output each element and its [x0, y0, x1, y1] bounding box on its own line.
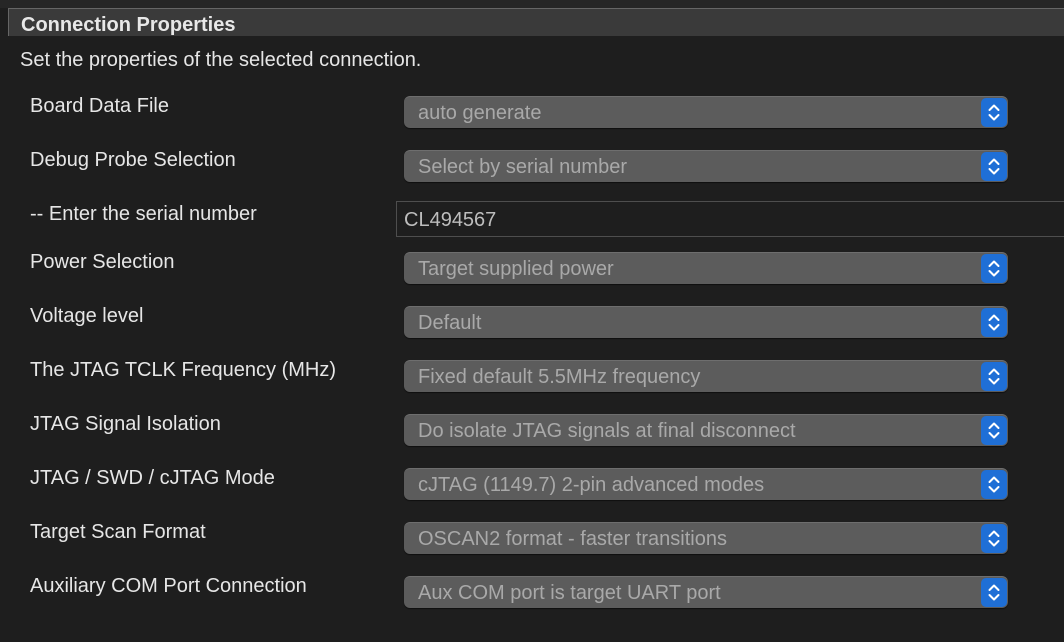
chevron-up-down-icon[interactable] [981, 254, 1007, 283]
chevron-up-down-icon[interactable] [981, 578, 1007, 607]
scan-format-label: Target Scan Format [30, 521, 206, 543]
chevron-up-down-icon[interactable] [981, 362, 1007, 391]
power-selection-label: Power Selection [30, 251, 175, 273]
jtag-mode-label: JTAG / SWD / cJTAG Mode [30, 467, 275, 489]
top-strip [0, 0, 1064, 8]
jtag-mode-value: cJTAG (1149.7) 2-pin advanced modes [418, 474, 765, 496]
power-selection-value: Target supplied power [418, 258, 614, 280]
scan-format-value: OSCAN2 format - faster transitions [418, 528, 727, 550]
voltage-level-select[interactable]: Default [404, 306, 1008, 338]
chevron-up-down-icon[interactable] [981, 470, 1007, 499]
voltage-level-value: Default [418, 312, 482, 334]
board-data-file-select[interactable]: auto generate [404, 96, 1008, 128]
signal-isolation-label: JTAG Signal Isolation [30, 413, 221, 435]
chevron-up-down-icon[interactable] [981, 308, 1007, 337]
voltage-level-label: Voltage level [30, 305, 144, 327]
panel-header: Connection Properties [8, 8, 1064, 36]
debug-probe-selection-select[interactable]: Select by serial number [404, 150, 1008, 182]
jtag-mode-select[interactable]: cJTAG (1149.7) 2-pin advanced modes [404, 468, 1008, 500]
chevron-up-down-icon[interactable] [981, 524, 1007, 553]
chevron-up-down-icon[interactable] [981, 98, 1007, 127]
tclk-frequency-value: Fixed default 5.5MHz frequency [418, 366, 701, 388]
aux-com-port-label: Auxiliary COM Port Connection [30, 575, 307, 597]
connection-properties-page: Connection Properties Set the properties… [0, 0, 1064, 642]
serial-number-label: -- Enter the serial number [30, 203, 257, 225]
signal-isolation-select[interactable]: Do isolate JTAG signals at final disconn… [404, 414, 1008, 446]
scan-format-select[interactable]: OSCAN2 format - faster transitions [404, 522, 1008, 554]
panel-description: Set the properties of the selected conne… [20, 49, 422, 71]
aux-com-port-value: Aux COM port is target UART port [418, 582, 721, 604]
serial-number-value: CL494567 [404, 209, 497, 231]
tclk-frequency-label: The JTAG TCLK Frequency (MHz) [30, 359, 336, 381]
tclk-frequency-select[interactable]: Fixed default 5.5MHz frequency [404, 360, 1008, 392]
panel-title: Connection Properties [21, 14, 236, 36]
board-data-file-value: auto generate [418, 102, 542, 124]
chevron-up-down-icon[interactable] [981, 152, 1007, 181]
power-selection-select[interactable]: Target supplied power [404, 252, 1008, 284]
serial-number-input[interactable]: CL494567 [396, 201, 1064, 237]
aux-com-port-select[interactable]: Aux COM port is target UART port [404, 576, 1008, 608]
debug-probe-selection-label: Debug Probe Selection [30, 149, 236, 171]
signal-isolation-value: Do isolate JTAG signals at final disconn… [418, 420, 796, 442]
debug-probe-selection-value: Select by serial number [418, 156, 627, 178]
board-data-file-label: Board Data File [30, 95, 169, 117]
chevron-up-down-icon[interactable] [981, 416, 1007, 445]
